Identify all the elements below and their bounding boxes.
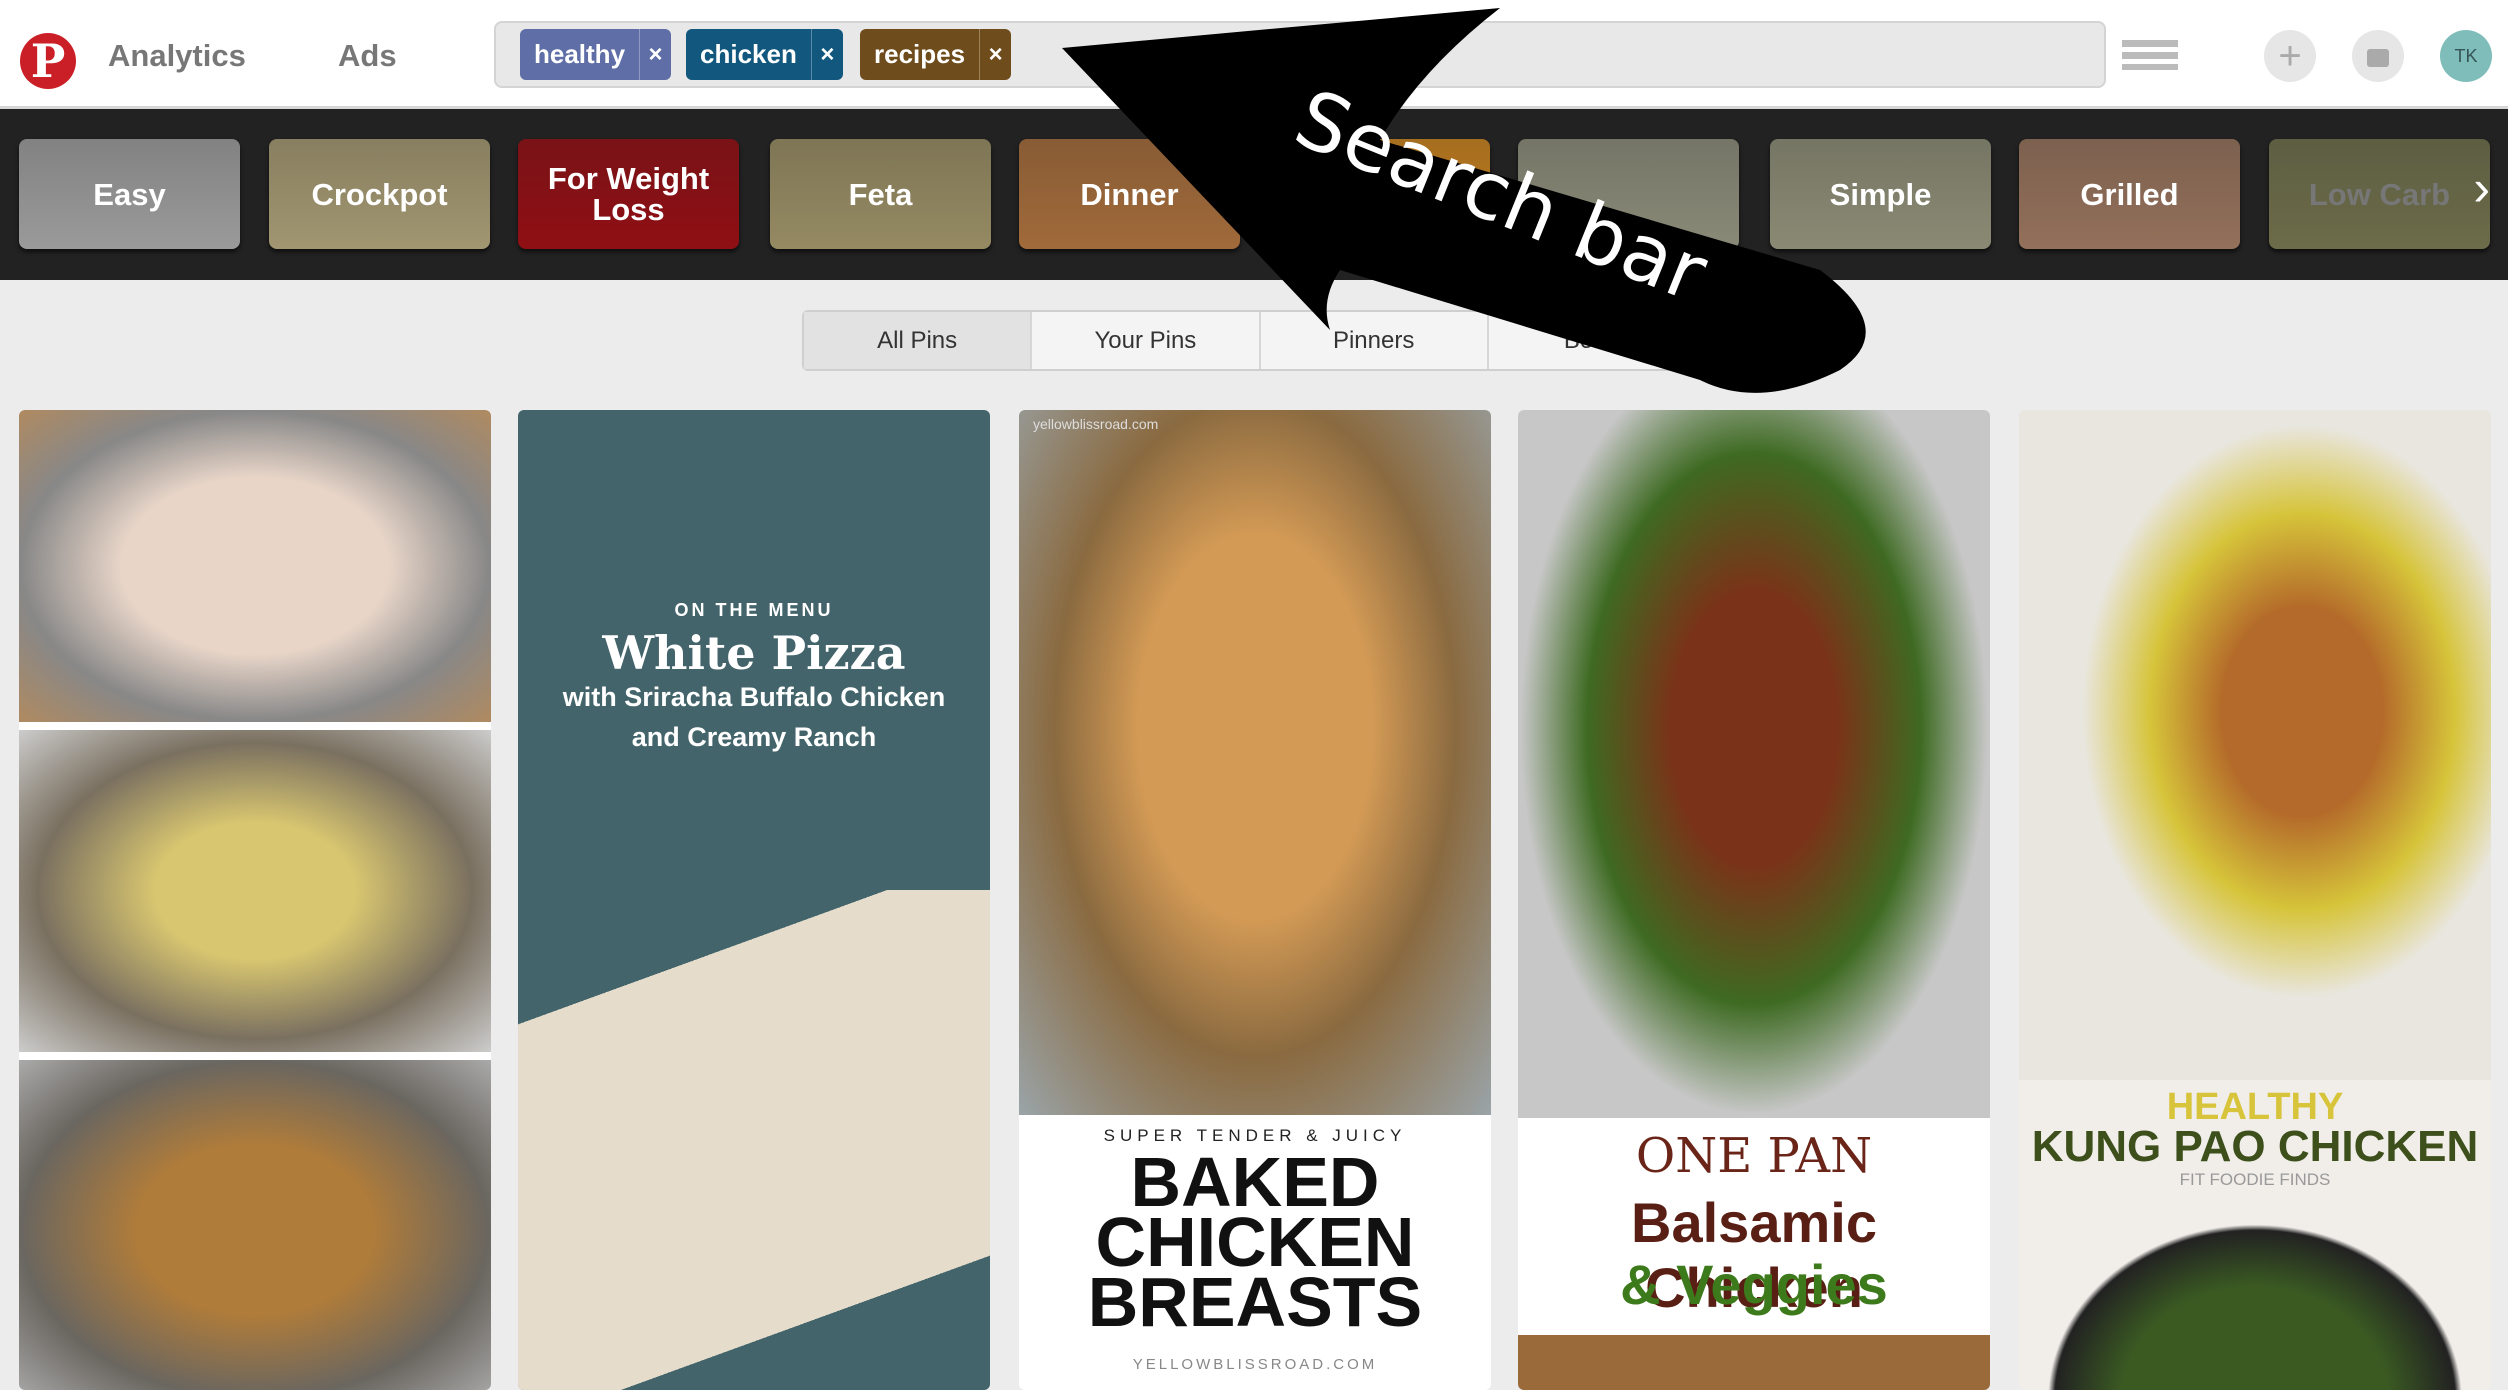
pin-image bbox=[1518, 410, 1990, 1118]
speech-bubble-icon[interactable] bbox=[2352, 30, 2404, 82]
pin-kicker: ON THE MENU bbox=[674, 600, 834, 620]
category-tile[interactable]: Crockpot bbox=[269, 139, 490, 249]
nav-analytics[interactable]: Analytics bbox=[108, 38, 246, 74]
category-bar: Low Carb Grilled Simple Dinner Feta For Weigh… bbox=[0, 109, 2508, 280]
nav-ads[interactable]: Ads bbox=[338, 38, 397, 74]
pin-card[interactable]: yellowblissroad.com SUPER TENDER & JUICY… bbox=[1019, 410, 1491, 1390]
category-tile[interactable] bbox=[1269, 139, 1490, 249]
tab-pinners[interactable]: Pinners bbox=[1261, 312, 1489, 369]
pin-card[interactable]: ONE PAN Balsamic Chicken & Veggies bbox=[1518, 410, 1990, 1390]
avatar[interactable]: TK bbox=[2440, 30, 2492, 82]
tab-your-pins[interactable]: Your Pins bbox=[1032, 312, 1261, 369]
pin-image bbox=[19, 1060, 491, 1390]
pin-card[interactable] bbox=[19, 410, 491, 1390]
search-chip-healthy: healthy × bbox=[520, 29, 672, 80]
pin-image bbox=[518, 890, 990, 1390]
tab-boards[interactable]: Boards bbox=[1489, 312, 1715, 369]
category-tile[interactable]: Feta bbox=[770, 139, 991, 249]
pin-title: White Pizza bbox=[602, 626, 906, 680]
category-tile[interactable] bbox=[1518, 139, 1739, 249]
category-tile[interactable]: Simple bbox=[1770, 139, 1991, 249]
tab-all-pins[interactable]: All Pins bbox=[804, 312, 1033, 369]
pin-image bbox=[19, 410, 491, 722]
pin-subtitle: and Creamy Ranch bbox=[631, 722, 877, 752]
pin-image bbox=[19, 730, 491, 1052]
pin-kicker: ONE PAN bbox=[1635, 1128, 1873, 1184]
pin-subtitle: & Veggies bbox=[1620, 1253, 1888, 1316]
category-tile[interactable]: Grilled bbox=[2019, 139, 2240, 249]
chip-label: chicken bbox=[700, 39, 797, 69]
category-tile[interactable]: Dinner bbox=[1019, 139, 1240, 249]
add-pin-icon[interactable]: + bbox=[2264, 30, 2316, 82]
chip-label: recipes bbox=[874, 39, 966, 69]
chevron-right-icon[interactable]: › bbox=[2473, 159, 2490, 217]
search-chip-chicken: chicken × bbox=[686, 29, 843, 80]
pin-site: YELLOWBLISSROAD.COM bbox=[1132, 1356, 1378, 1373]
pin-subtitle: with Sriracha Buffalo Chicken bbox=[562, 682, 946, 712]
category-tile[interactable]: For Weight Loss bbox=[518, 139, 739, 249]
category-tile[interactable]: Low Carb bbox=[2269, 139, 2490, 249]
pin-image bbox=[1518, 1335, 1990, 1390]
remove-chip-icon[interactable]: × bbox=[810, 29, 843, 80]
pin-card[interactable]: ON THE MENU White Pizza with Sriracha Bu… bbox=[518, 410, 990, 1390]
search-bar[interactable]: healthy × chicken × recipes × bbox=[494, 21, 2106, 88]
list-grid-icon[interactable] bbox=[2122, 40, 2178, 70]
pin-image bbox=[2019, 1200, 2491, 1390]
pin-image bbox=[2019, 410, 2491, 1080]
chip-label: healthy bbox=[534, 39, 626, 69]
pin-filter-tabs: All Pins Your Pins Pinners Boards bbox=[802, 310, 1717, 371]
top-header: P Analytics Ads healthy × chicken × recipe… bbox=[0, 0, 2508, 109]
category-tile[interactable]: Easy bbox=[19, 139, 240, 249]
remove-chip-icon[interactable]: × bbox=[979, 29, 1011, 80]
remove-chip-icon[interactable]: × bbox=[639, 29, 671, 80]
pin-image bbox=[1019, 410, 1491, 1115]
pin-title: BAKED CHICKEN BREASTS bbox=[1087, 1143, 1423, 1341]
pin-site: FIT FOODIE FINDS bbox=[2179, 1170, 2331, 1189]
search-chip-recipes: recipes × bbox=[860, 29, 1012, 80]
pin-card[interactable]: HEALTHY KUNG PAO CHICKEN FIT FOODIE FIND… bbox=[2019, 410, 2491, 1390]
pinterest-logo[interactable]: P bbox=[20, 33, 76, 89]
pin-watermark: yellowblissroad.com bbox=[1033, 416, 1159, 432]
pin-title: KUNG PAO CHICKEN bbox=[2031, 1122, 2479, 1171]
